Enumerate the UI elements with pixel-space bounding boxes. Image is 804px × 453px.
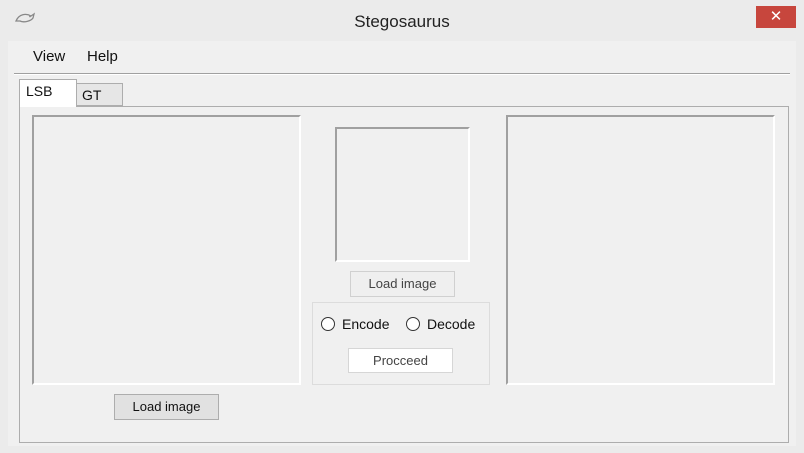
result-image-box — [506, 115, 775, 385]
encode-radio-circle[interactable] — [321, 317, 335, 331]
menu-help[interactable]: Help — [87, 48, 118, 65]
load-image-center-button[interactable]: Load image — [350, 271, 455, 297]
message-image-box — [335, 127, 470, 262]
client-area: View Help LSB GT Load image Load image E… — [8, 41, 796, 446]
close-icon: ✕ — [769, 8, 783, 25]
source-image-box — [32, 115, 301, 385]
decode-label: Decode — [427, 316, 476, 332]
tab-lsb[interactable]: LSB — [19, 79, 77, 107]
encode-radio[interactable]: Encode — [321, 316, 389, 332]
decode-radio-circle[interactable] — [406, 317, 420, 331]
close-button[interactable]: ✕ — [756, 6, 796, 28]
window-title: Stegosaurus — [354, 12, 450, 31]
tab-panel-lsb: Load image Load image Encode Decode Proc… — [19, 106, 789, 443]
proceed-button[interactable]: Procceed — [348, 348, 453, 373]
app-window: Stegosaurus ✕ View Help LSB GT Load imag… — [0, 0, 804, 453]
decode-radio[interactable]: Decode — [406, 316, 475, 332]
menu-view[interactable]: View — [33, 48, 65, 65]
mode-group: Encode Decode Procceed — [312, 302, 490, 385]
title-bar[interactable]: Stegosaurus ✕ — [0, 0, 804, 41]
encode-label: Encode — [342, 316, 390, 332]
menu-separator — [14, 73, 790, 75]
tab-gt[interactable]: GT — [75, 83, 123, 106]
load-image-left-button[interactable]: Load image — [114, 394, 219, 420]
menu-bar: View Help — [8, 41, 796, 71]
